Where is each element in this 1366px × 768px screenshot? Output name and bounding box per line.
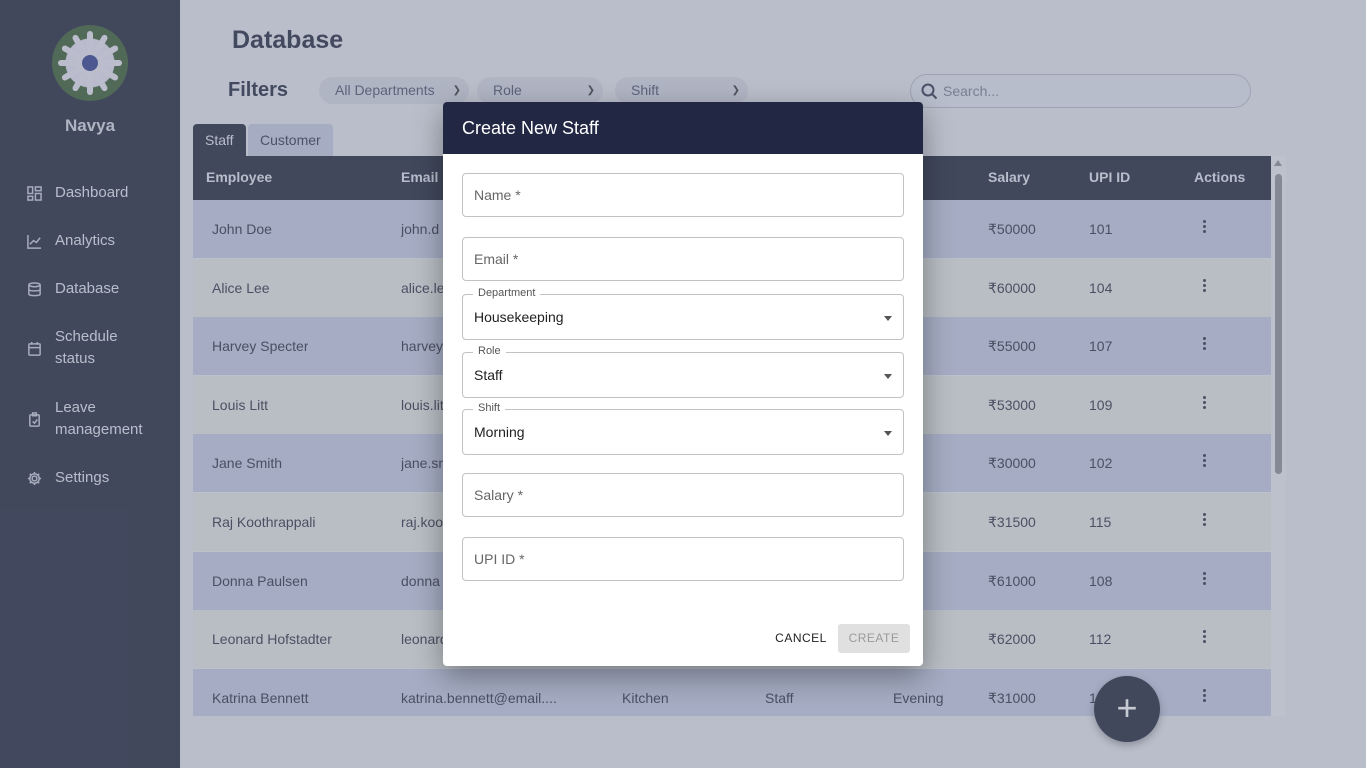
role-label: Role	[473, 345, 506, 357]
create-staff-dialog: Create New Staff Department Housekeeping…	[443, 102, 923, 666]
shift-label: Shift	[473, 402, 506, 414]
upi-id-field	[462, 537, 904, 581]
role-select[interactable]: Role Staff	[462, 345, 904, 398]
cancel-button[interactable]: CANCEL	[770, 624, 832, 652]
dialog-title: Create New Staff	[443, 102, 923, 154]
shift-value: Morning	[474, 424, 525, 440]
dropdown-arrow-icon	[884, 374, 892, 379]
email-input[interactable]	[474, 249, 884, 269]
shift-select[interactable]: Shift Morning	[462, 402, 904, 455]
email-field	[462, 237, 904, 281]
salary-field	[462, 473, 904, 517]
role-value: Staff	[474, 367, 503, 383]
department-label: Department	[473, 287, 541, 299]
dropdown-arrow-icon	[884, 316, 892, 321]
create-button[interactable]: CREATE	[838, 624, 910, 653]
dropdown-arrow-icon	[884, 431, 892, 436]
upi-id-input[interactable]	[474, 549, 884, 569]
salary-input[interactable]	[474, 485, 884, 505]
department-select[interactable]: Department Housekeeping	[462, 287, 904, 340]
name-input[interactable]	[474, 185, 884, 205]
department-value: Housekeeping	[474, 309, 564, 325]
name-field	[462, 173, 904, 217]
